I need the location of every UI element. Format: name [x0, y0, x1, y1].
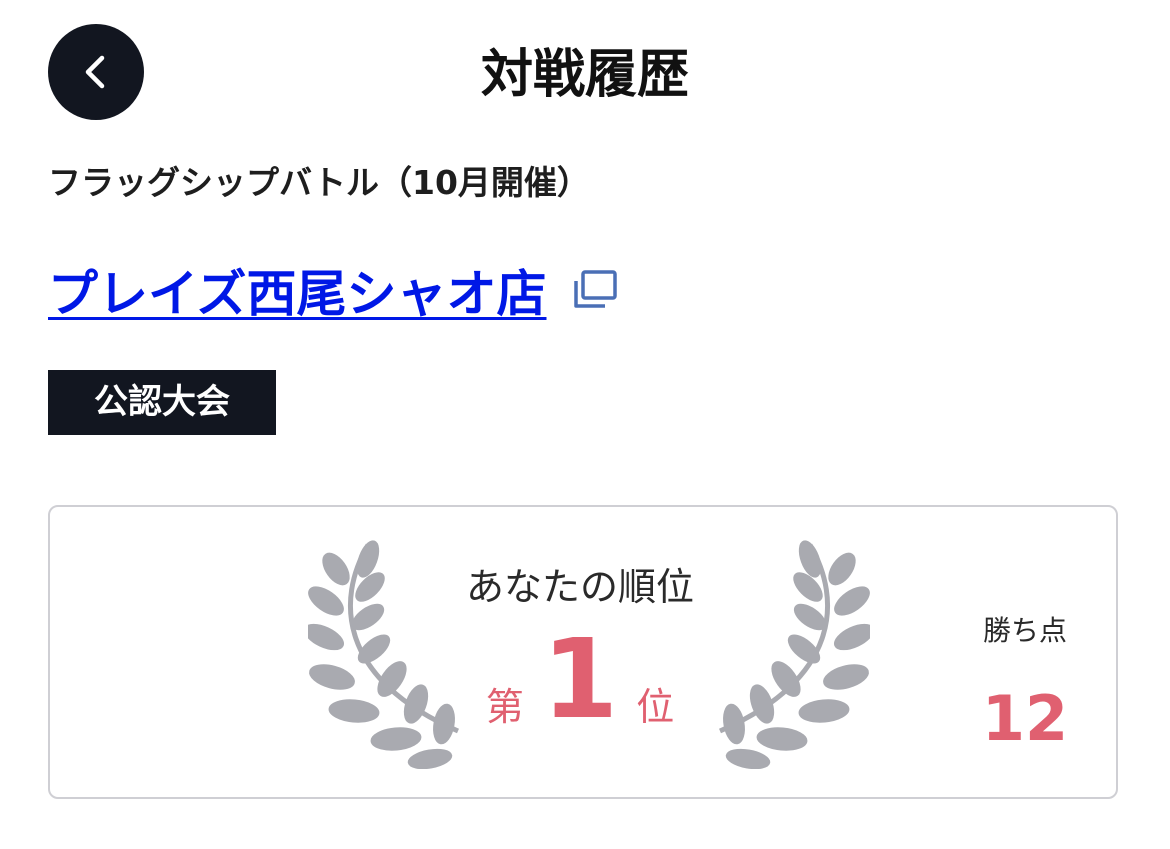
points-value: 12 — [981, 682, 1069, 755]
event-name: フラッグシップバトル（10月開催） — [48, 163, 590, 202]
points-label: 勝ち点 — [982, 614, 1067, 647]
page-title: 対戦履歴 — [480, 45, 689, 105]
rank-display: 第 1 位 — [370, 617, 790, 737]
rank-suffix: 位 — [636, 685, 675, 729]
open-in-new-window-icon[interactable] — [571, 269, 619, 311]
official-tournament-badge: 公認大会 — [48, 370, 276, 435]
rank-prefix: 第 — [485, 685, 524, 729]
result-card: あなたの順位 第 1 位 勝ち点 12 — [48, 505, 1118, 799]
store-row: プレイズ西尾シャオ店 — [48, 254, 619, 326]
rank-value: 1 — [541, 615, 619, 743]
rank-heading: あなたの順位 — [465, 565, 694, 609]
store-link[interactable]: プレイズ西尾シャオ店 — [48, 254, 547, 326]
